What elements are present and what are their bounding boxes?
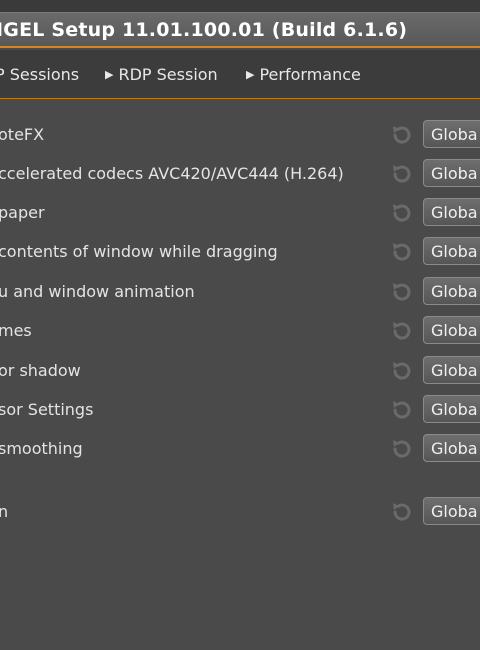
reset-icon[interactable] [390, 201, 414, 225]
setting-label: oteFX [0, 125, 45, 144]
reset-icon[interactable] [390, 162, 414, 186]
setting-label: mes [0, 321, 32, 340]
triangle-right-icon: ▶ [246, 68, 255, 81]
settings-panel: oteFX Globa ccelerated codecs AVC420/AVC… [0, 100, 480, 650]
global-button[interactable]: Globa [423, 237, 480, 265]
global-button[interactable]: Globa [423, 277, 480, 305]
global-button[interactable]: Globa [423, 198, 480, 226]
setting-row: ccelerated codecs AVC420/AVC444 (H.264) … [0, 159, 480, 189]
global-button[interactable]: Globa [423, 356, 480, 384]
setting-row: paper Globa [0, 198, 480, 228]
window-title: IGEL Setup 11.01.100.01 (Build 6.1.6) [0, 19, 408, 41]
setting-row: or shadow Globa [0, 356, 480, 386]
setting-label: ccelerated codecs AVC420/AVC444 (H.264) [0, 164, 344, 183]
global-button[interactable]: Globa [423, 434, 480, 462]
breadcrumb-item-sessions[interactable]: P Sessions [0, 65, 79, 84]
breadcrumb-item-performance[interactable]: ▶ Performance [246, 65, 361, 84]
reset-icon[interactable] [390, 398, 414, 422]
setting-label: paper [0, 203, 45, 222]
setting-label: or shadow [0, 361, 81, 380]
breadcrumb-label: Performance [259, 65, 361, 84]
reset-icon[interactable] [390, 500, 414, 524]
setting-row: mes Globa [0, 316, 480, 346]
setting-row: n Globa [0, 497, 480, 527]
reset-icon[interactable] [390, 319, 414, 343]
setting-label: sor Settings [0, 400, 94, 419]
reset-icon[interactable] [390, 437, 414, 461]
setting-row: sor Settings Globa [0, 395, 480, 425]
reset-icon[interactable] [390, 280, 414, 304]
setting-label: contents of window while dragging [0, 242, 278, 261]
global-button[interactable]: Globa [423, 159, 480, 187]
breadcrumb-label: RDP Session [118, 65, 218, 84]
reset-icon[interactable] [390, 359, 414, 383]
setting-row: contents of window while dragging Globa [0, 237, 480, 267]
global-button[interactable]: Globa [423, 395, 480, 423]
reset-icon[interactable] [390, 240, 414, 264]
triangle-right-icon: ▶ [105, 68, 114, 81]
global-button[interactable]: Globa [423, 120, 480, 148]
global-button[interactable]: Globa [423, 316, 480, 344]
setting-label: n [0, 502, 9, 521]
reset-icon[interactable] [390, 123, 414, 147]
setting-label: u and window animation [0, 282, 195, 301]
global-button[interactable]: Globa [423, 497, 480, 525]
setting-label: smoothing [0, 439, 83, 458]
setting-row: u and window animation Globa [0, 277, 480, 307]
title-bar: IGEL Setup 11.01.100.01 (Build 6.1.6) [0, 12, 480, 48]
window-top-strip [0, 0, 480, 12]
breadcrumb-item-rdp-session[interactable]: ▶ RDP Session [105, 65, 218, 84]
setting-row: smoothing Globa [0, 434, 480, 464]
setting-row: oteFX Globa [0, 120, 480, 150]
breadcrumb-label: P Sessions [0, 65, 80, 84]
breadcrumb: P Sessions ▶ RDP Session ▶ Performance [0, 50, 480, 99]
